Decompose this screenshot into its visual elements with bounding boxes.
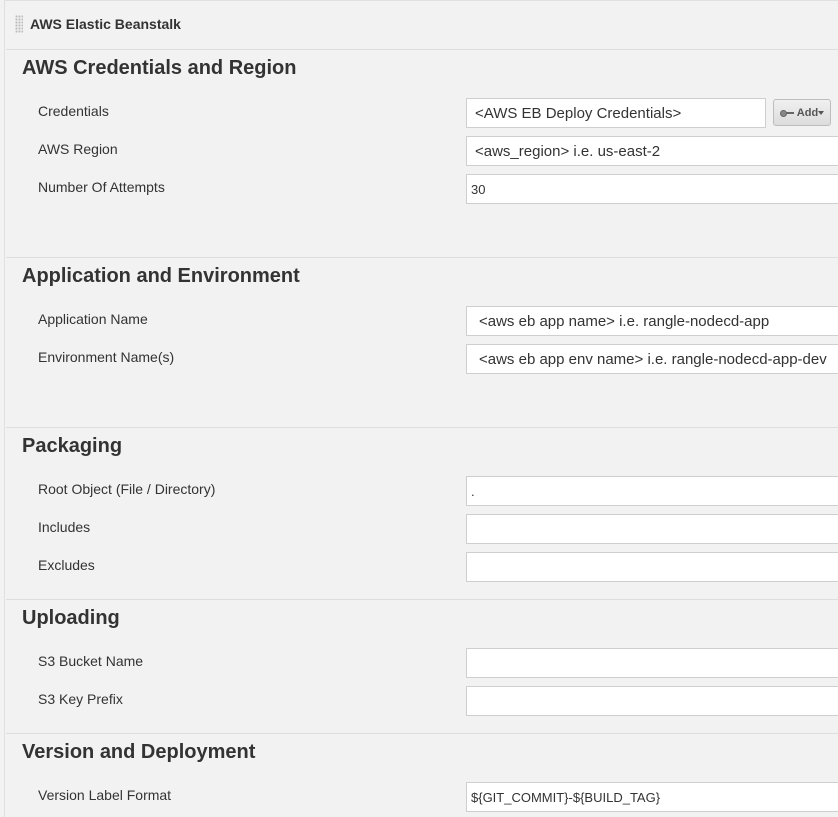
version-label-format-label: Version Label Format: [38, 787, 172, 803]
key-icon: [779, 108, 794, 118]
add-button-label: Add: [796, 106, 819, 119]
panel-header: AWS Elastic Beanstalk: [15, 11, 181, 37]
aws-region-label: AWS Region: [38, 141, 118, 157]
section-title-credentials: AWS Credentials and Region: [22, 57, 297, 79]
aws-region-input[interactable]: [466, 136, 838, 166]
section-title-uploading: Uploading: [22, 607, 120, 629]
environment-name-input[interactable]: [466, 344, 838, 374]
excludes-input[interactable]: [466, 552, 838, 582]
drag-handle-icon[interactable]: [15, 15, 23, 33]
s3-bucket-name-input[interactable]: [466, 648, 838, 678]
environment-name-label: Environment Name(s): [38, 349, 175, 365]
credentials-select[interactable]: <AWS EB Deploy Credentials>: [466, 98, 766, 128]
aws-elastic-beanstalk-panel: AWS Elastic Beanstalk AWS Credentials an…: [4, 0, 838, 817]
section-divider: [6, 733, 838, 734]
section-divider: [6, 599, 838, 600]
section-divider: [6, 427, 838, 428]
includes-input[interactable]: [466, 514, 838, 544]
s3-bucket-name-label: S3 Bucket Name: [38, 653, 144, 669]
root-object-input[interactable]: [466, 476, 838, 506]
number-of-attempts-input[interactable]: [466, 174, 838, 204]
application-name-label: Application Name: [38, 311, 148, 327]
section-title-packaging: Packaging: [22, 435, 123, 457]
add-credentials-button[interactable]: Add: [773, 99, 831, 126]
chevron-down-icon: [818, 110, 825, 115]
version-label-format-input[interactable]: [466, 782, 838, 812]
panel-title: AWS Elastic Beanstalk: [30, 16, 181, 32]
credentials-label: Credentials: [38, 103, 109, 119]
excludes-label: Excludes: [38, 557, 95, 573]
includes-label: Includes: [38, 519, 91, 535]
section-divider: [6, 49, 838, 50]
section-title-version: Version and Deployment: [22, 741, 256, 763]
root-object-label: Root Object (File / Directory): [38, 481, 216, 497]
section-divider: [6, 257, 838, 258]
application-name-input[interactable]: [466, 306, 838, 336]
section-title-application: Application and Environment: [22, 265, 300, 287]
s3-key-prefix-input[interactable]: [466, 686, 838, 716]
number-of-attempts-label: Number Of Attempts: [38, 179, 165, 195]
s3-key-prefix-label: S3 Key Prefix: [38, 691, 123, 707]
